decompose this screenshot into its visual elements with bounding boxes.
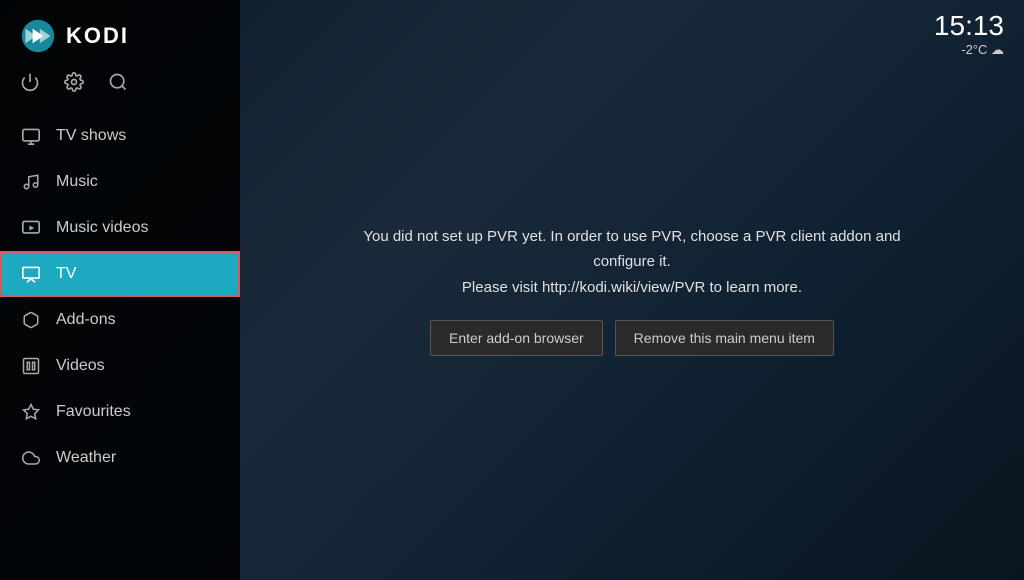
app-title: KODI bbox=[66, 23, 129, 49]
remove-main-menu-item-button[interactable]: Remove this main menu item bbox=[615, 320, 834, 356]
pvr-message-container: You did not set up PVR yet. In order to … bbox=[322, 204, 942, 377]
toolbar bbox=[0, 64, 240, 113]
sidebar-item-addons-label: Add-ons bbox=[56, 311, 116, 329]
addons-icon bbox=[20, 309, 42, 331]
pvr-buttons: Enter add-on browser Remove this main me… bbox=[342, 320, 922, 356]
sidebar-item-favourites[interactable]: Favourites bbox=[0, 389, 240, 435]
weather-icon bbox=[20, 447, 42, 469]
sidebar-item-music-videos-label: Music videos bbox=[56, 219, 148, 237]
sidebar-item-tv-label: TV bbox=[56, 265, 76, 283]
nav-menu: TV shows Music bbox=[0, 113, 240, 580]
tv-icon bbox=[20, 263, 42, 285]
clock-time: 15:13 bbox=[934, 12, 1004, 40]
logo-area: KODI bbox=[0, 0, 240, 64]
sidebar-item-weather-label: Weather bbox=[56, 449, 116, 467]
clock-weather: -2°C ☁ bbox=[934, 42, 1004, 58]
favourites-icon bbox=[20, 401, 42, 423]
search-icon[interactable] bbox=[108, 72, 128, 97]
settings-icon[interactable] bbox=[64, 72, 84, 97]
music-icon bbox=[20, 171, 42, 193]
music-videos-icon bbox=[20, 217, 42, 239]
sidebar-item-videos[interactable]: Videos bbox=[0, 343, 240, 389]
kodi-logo-icon bbox=[20, 18, 56, 54]
sidebar-item-favourites-label: Favourites bbox=[56, 403, 131, 421]
videos-icon bbox=[20, 355, 42, 377]
sidebar: KODI bbox=[0, 0, 240, 580]
tv-shows-icon bbox=[20, 125, 42, 147]
pvr-message-text: You did not set up PVR yet. In order to … bbox=[342, 224, 922, 301]
sidebar-item-tv-shows[interactable]: TV shows bbox=[0, 113, 240, 159]
app-container: KODI bbox=[0, 0, 1024, 580]
enter-addon-browser-button[interactable]: Enter add-on browser bbox=[430, 320, 603, 356]
sidebar-item-music-label: Music bbox=[56, 173, 98, 191]
power-icon[interactable] bbox=[20, 72, 40, 97]
sidebar-item-tv-shows-label: TV shows bbox=[56, 127, 126, 145]
sidebar-item-weather[interactable]: Weather bbox=[0, 435, 240, 481]
sidebar-item-videos-label: Videos bbox=[56, 357, 105, 375]
sidebar-item-tv[interactable]: TV bbox=[0, 251, 240, 297]
main-content: 15:13 -2°C ☁ You did not set up PVR yet.… bbox=[240, 0, 1024, 580]
clock-area: 15:13 -2°C ☁ bbox=[934, 12, 1004, 58]
sidebar-item-music-videos[interactable]: Music videos bbox=[0, 205, 240, 251]
sidebar-item-music[interactable]: Music bbox=[0, 159, 240, 205]
sidebar-item-addons[interactable]: Add-ons bbox=[0, 297, 240, 343]
